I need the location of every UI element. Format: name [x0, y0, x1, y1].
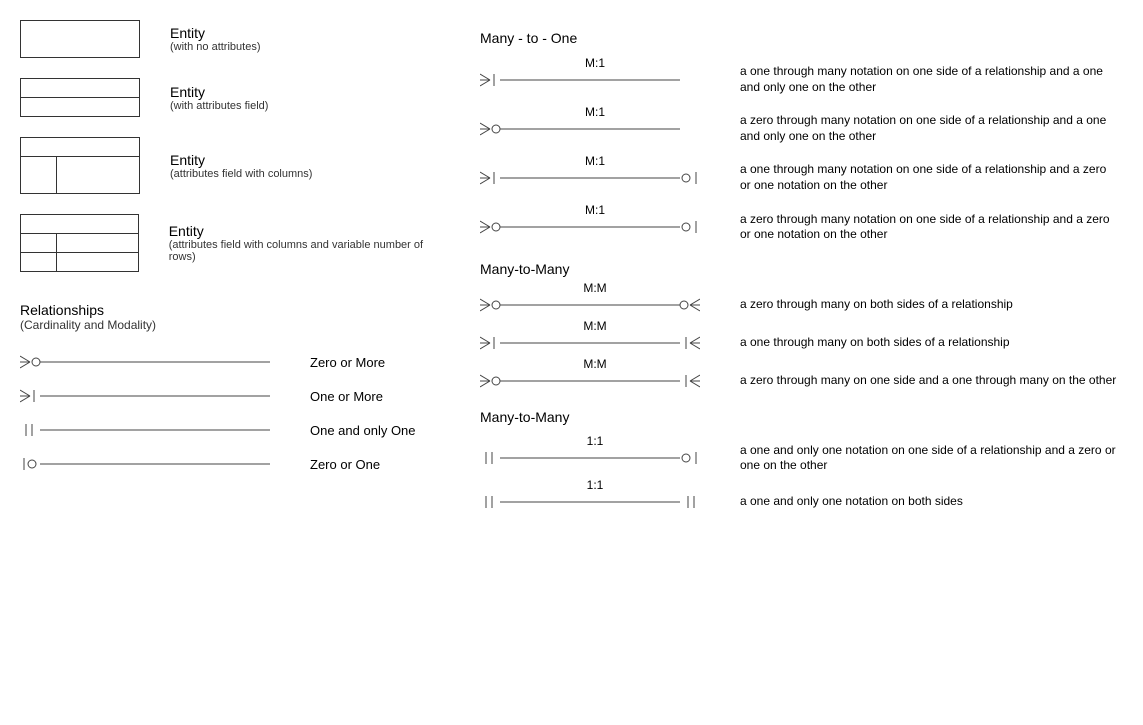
relationship-label: One and only One — [310, 423, 416, 438]
cardinality-ratio: M:1 — [585, 105, 605, 119]
relationship-label: Zero or More — [310, 355, 385, 370]
cardinality-ratio: 1:1 — [587, 434, 604, 448]
cardinality-ratio: M:M — [583, 357, 606, 371]
section-title: Many-to-Many — [480, 261, 1123, 277]
cardinality-ratio: M:1 — [585, 154, 605, 168]
cardinality-desc: a one and only one notation on both side… — [740, 494, 963, 510]
cardinality-desc: a one through many notation on one side … — [740, 64, 1120, 95]
cardinality-ratio: M:1 — [585, 56, 605, 70]
entity-title: Entity — [170, 84, 268, 100]
entity-sub: (with no attributes) — [170, 41, 260, 53]
section-title: Many-to-Many — [480, 409, 1123, 425]
cardinality-row: 1:1 a one and only one notation on both … — [480, 492, 1123, 512]
cardinality-row: M:M a zero through many on both sides of… — [480, 295, 1123, 315]
relationship-one_only: One and only One — [20, 420, 450, 440]
relationship-zero_or_more: Zero or More — [20, 352, 450, 372]
entity-no-attributes: Entity (with no attributes) — [20, 20, 450, 58]
entity-title: Entity — [169, 223, 450, 239]
cardinality-row: M:1 a zero through many notation on one … — [480, 212, 1123, 243]
cardinality-ratio: M:1 — [585, 203, 605, 217]
relationship-one_or_more: One or More — [20, 386, 450, 406]
entity-with-attributes: Entity (with attributes field) — [20, 78, 450, 117]
cardinality-row: M:M a one through many on both sides of … — [480, 333, 1123, 353]
cardinality-desc: a one through many on both sides of a re… — [740, 335, 1010, 351]
relationship-zero_or_one: Zero or One — [20, 454, 450, 474]
cardinality-ratio: 1:1 — [587, 478, 604, 492]
section-title: Many - to - One — [480, 30, 1123, 46]
cardinality-desc: a zero through many notation on one side… — [740, 212, 1120, 243]
entity-title: Entity — [170, 152, 312, 168]
cardinality-desc: a zero through many notation on one side… — [740, 113, 1120, 144]
entity-sub: (attributes field with columns) — [170, 168, 312, 180]
entity-title: Entity — [170, 25, 260, 41]
cardinality-ratio: M:M — [583, 319, 606, 333]
relationships-sub: (Cardinality and Modality) — [20, 318, 450, 332]
entity-sub: (attributes field with columns and varia… — [169, 239, 450, 263]
cardinality-row: M:M a zero through many on one side and … — [480, 371, 1123, 391]
cardinality-row: M:1 a one through many notation on one s… — [480, 162, 1123, 193]
cardinality-row: M:1 a zero through many notation on one … — [480, 113, 1123, 144]
entity-sub: (with attributes field) — [170, 100, 268, 112]
cardinality-ratio: M:M — [583, 281, 606, 295]
cardinality-row: 1:1 a one and only one notation on one s… — [480, 443, 1123, 474]
entity-columns: Entity (attributes field with columns) — [20, 137, 450, 194]
relationship-label: One or More — [310, 389, 383, 404]
cardinality-desc: a one and only one notation on one side … — [740, 443, 1120, 474]
cardinality-desc: a one through many notation on one side … — [740, 162, 1120, 193]
relationship-label: Zero or One — [310, 457, 380, 472]
cardinality-desc: a zero through many on both sides of a r… — [740, 297, 1013, 313]
relationships-heading: Relationships — [20, 302, 450, 318]
cardinality-row: M:1 a one through many notation on one s… — [480, 64, 1123, 95]
entity-columns-rows: Entity (attributes field with columns an… — [20, 214, 450, 272]
cardinality-desc: a zero through many on one side and a on… — [740, 373, 1116, 389]
